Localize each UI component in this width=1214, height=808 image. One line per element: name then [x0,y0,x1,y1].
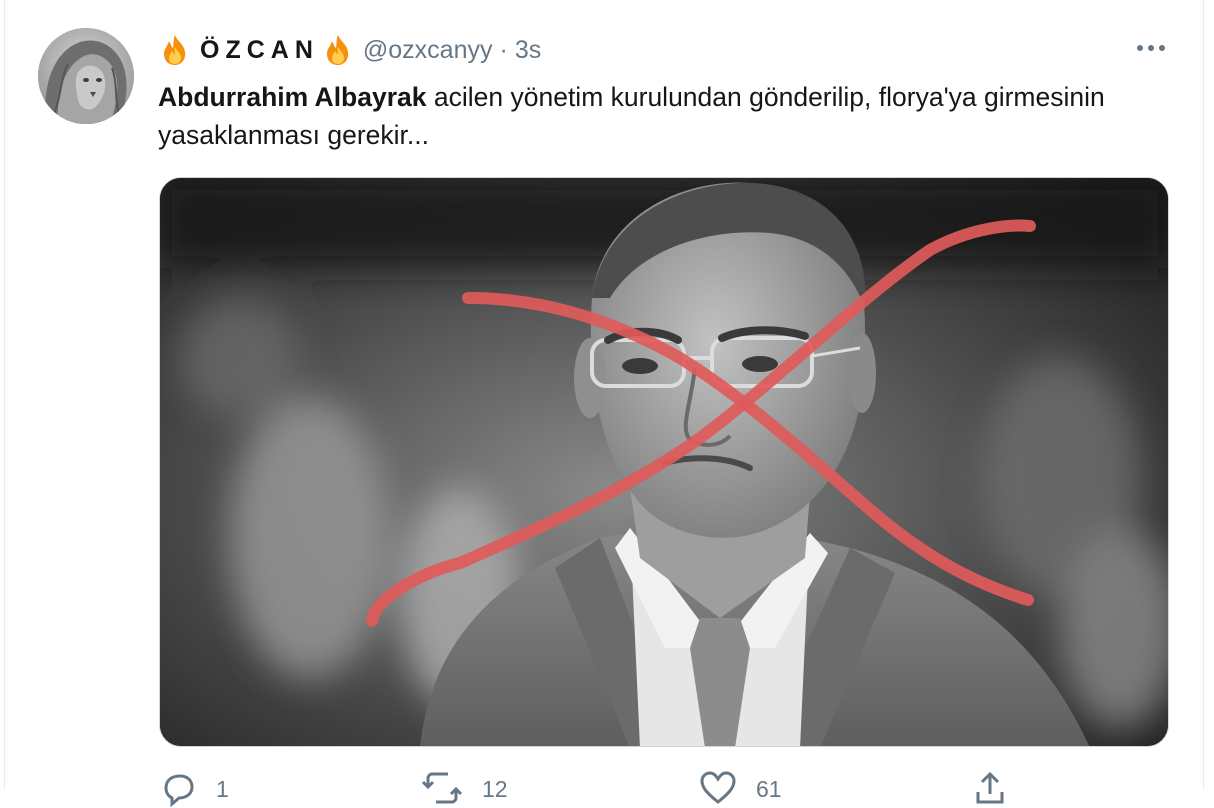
retweet-button[interactable]: 12 [420,768,508,808]
fire-icon [158,33,192,67]
tweet-header: ÖZCAN @ozxcanyy · 3s [158,32,541,68]
separator-dot: · [499,35,508,64]
like-button[interactable]: 61 [698,768,782,808]
user-handle[interactable]: @ozxcanyy [363,36,493,65]
tweet-text: Abdurrahim Albayrak acilen yönetim kurul… [158,78,1168,154]
share-icon [976,771,1004,804]
timeline-border-left [4,0,5,790]
tweet-card[interactable]: ÖZCAN @ozxcanyy · 3s Abdurrahim Albayrak… [0,0,1214,808]
lion-avatar-image [38,28,134,124]
timestamp[interactable]: 3s [515,36,541,65]
timeline-border-right [1203,0,1204,790]
tweet-media-image[interactable] [159,177,1169,747]
display-name[interactable]: ÖZCAN [200,36,319,65]
more-options-icon[interactable] [1134,36,1168,60]
reply-button[interactable]: 1 [158,768,229,808]
tweet-text-bold: Abdurrahim Albayrak [158,82,427,112]
tweet-actions: 1 12 61 [158,768,1168,808]
share-button[interactable] [970,768,1010,808]
fire-icon [321,33,355,67]
avatar[interactable] [38,28,134,124]
heart-icon [700,771,736,804]
photo-man-crossed-out [160,178,1168,746]
reply-icon [164,774,194,808]
retweet-icon [421,772,463,804]
